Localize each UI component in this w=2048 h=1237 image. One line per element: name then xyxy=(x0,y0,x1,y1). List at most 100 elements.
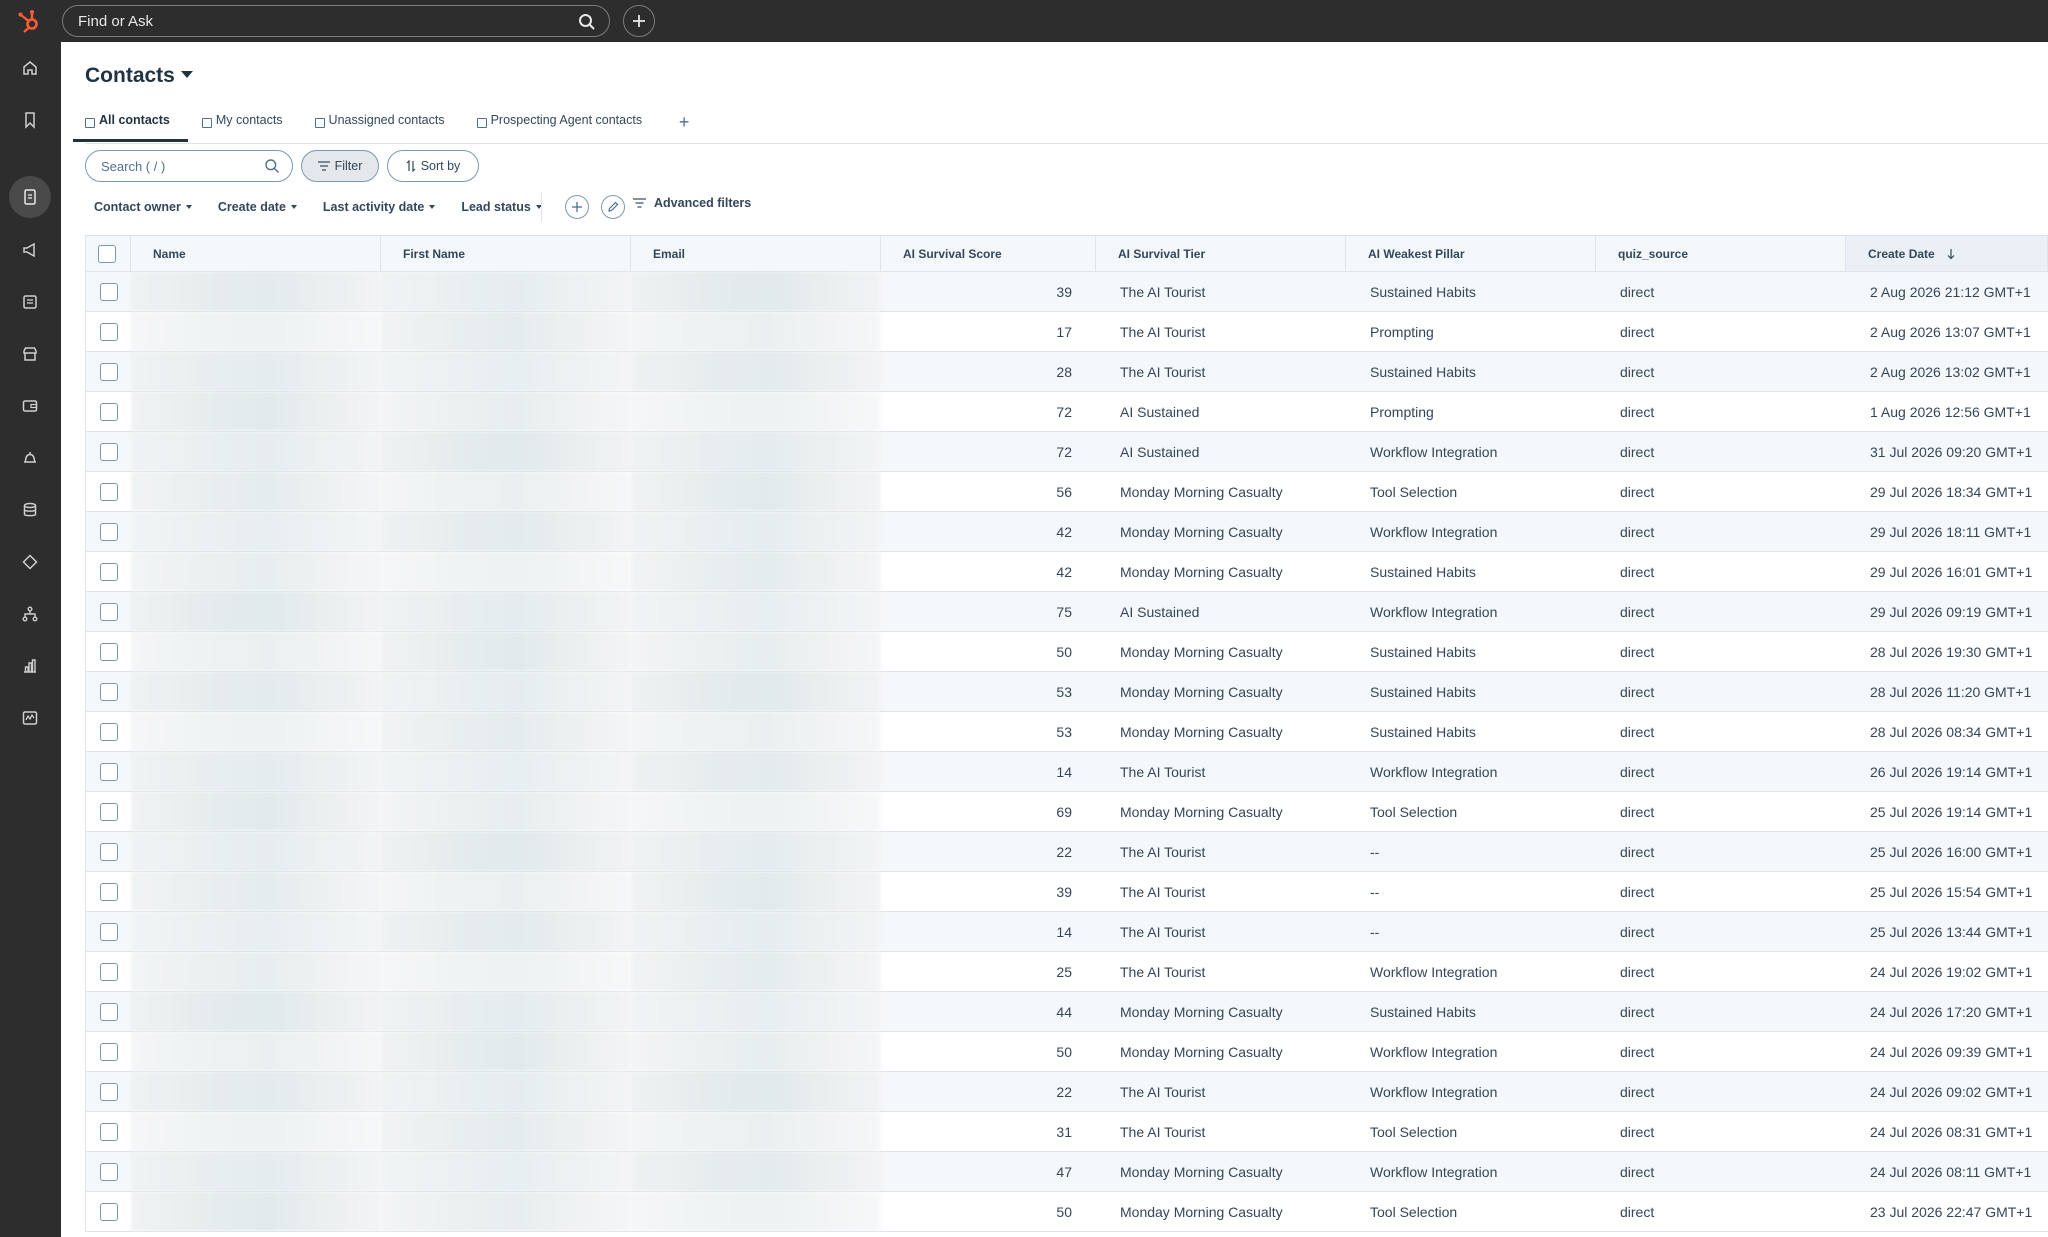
email-cell[interactable] xyxy=(631,392,881,431)
ai-survival-score-cell[interactable]: 39 xyxy=(881,272,1096,311)
tab-prospecting-agent-contacts[interactable]: Prospecting Agent contacts xyxy=(476,104,648,140)
quiz-source-cell[interactable]: direct xyxy=(1596,1072,1846,1111)
column-header-ai-weakest-pillar[interactable]: AI Weakest Pillar xyxy=(1346,236,1596,271)
name-cell[interactable] xyxy=(131,352,381,391)
last-activity-date-filter[interactable]: Last activity date xyxy=(323,200,436,214)
table-row[interactable]: 39 The AI Tourist Sustained Habits direct 2 … xyxy=(85,272,2048,312)
ai-survival-score-cell[interactable]: 28 xyxy=(881,352,1096,391)
ai-survival-tier-cell[interactable]: The AI Tourist xyxy=(1096,312,1346,351)
bookmark-icon[interactable] xyxy=(16,106,44,134)
name-cell[interactable] xyxy=(131,1112,381,1151)
create-date-cell[interactable]: 28 Jul 2026 11:20 GMT+1 xyxy=(1846,672,2047,711)
first-name-cell[interactable] xyxy=(381,312,631,351)
ai-survival-score-cell[interactable]: 22 xyxy=(881,1072,1096,1111)
ai-survival-score-cell[interactable]: 50 xyxy=(881,1192,1096,1231)
row-checkbox[interactable] xyxy=(99,562,118,581)
ai-survival-tier-cell[interactable]: Monday Morning Casualty xyxy=(1096,792,1346,831)
column-header-quiz-source[interactable]: quiz_source xyxy=(1596,236,1846,271)
table-row[interactable]: 72 AI Sustained Workflow Integration direct… xyxy=(85,432,2048,472)
name-cell[interactable] xyxy=(131,712,381,751)
create-date-filter[interactable]: Create date xyxy=(218,200,297,214)
create-date-cell[interactable]: 2 Aug 2026 13:07 GMT+1 xyxy=(1846,312,2047,351)
table-row[interactable]: 22 The AI Tourist Workflow Integration dire… xyxy=(85,1072,2048,1112)
email-cell[interactable] xyxy=(631,352,881,391)
first-name-cell[interactable] xyxy=(381,792,631,831)
ai-weakest-pillar-cell[interactable]: Sustained Habits xyxy=(1346,632,1596,671)
row-checkbox[interactable] xyxy=(99,322,118,341)
create-date-cell[interactable]: 26 Jul 2026 19:14 GMT+1 xyxy=(1846,752,2047,791)
name-cell[interactable] xyxy=(131,1032,381,1071)
contact-owner-filter[interactable]: Contact owner xyxy=(94,200,192,214)
first-name-cell[interactable] xyxy=(381,752,631,791)
row-checkbox[interactable] xyxy=(99,762,118,781)
create-date-cell[interactable]: 2 Aug 2026 13:02 GMT+1 xyxy=(1846,352,2047,391)
ai-weakest-pillar-cell[interactable]: Workflow Integration xyxy=(1346,592,1596,631)
name-cell[interactable] xyxy=(131,632,381,671)
ai-survival-score-cell[interactable]: 53 xyxy=(881,712,1096,751)
email-cell[interactable] xyxy=(631,552,881,591)
row-checkbox[interactable] xyxy=(99,1082,118,1101)
first-name-cell[interactable] xyxy=(381,592,631,631)
ai-weakest-pillar-cell[interactable]: -- xyxy=(1346,912,1596,951)
column-header-ai-survival-score[interactable]: AI Survival Score xyxy=(881,236,1096,271)
first-name-cell[interactable] xyxy=(381,472,631,511)
quiz-source-cell[interactable]: direct xyxy=(1596,792,1846,831)
first-name-cell[interactable] xyxy=(381,352,631,391)
edit-filters-button[interactable] xyxy=(601,195,625,219)
data-database-icon[interactable] xyxy=(16,496,44,524)
contacts-icon[interactable] xyxy=(9,176,51,218)
name-cell[interactable] xyxy=(131,952,381,991)
email-cell[interactable] xyxy=(631,1072,881,1111)
create-date-cell[interactable]: 25 Jul 2026 13:44 GMT+1 xyxy=(1846,912,2047,951)
reporting-bar-chart-icon[interactable] xyxy=(16,652,44,680)
email-cell[interactable] xyxy=(631,1192,881,1231)
ai-survival-tier-cell[interactable]: The AI Tourist xyxy=(1096,832,1346,871)
email-cell[interactable] xyxy=(631,632,881,671)
name-cell[interactable] xyxy=(131,512,381,551)
ai-survival-score-cell[interactable]: 53 xyxy=(881,672,1096,711)
email-cell[interactable] xyxy=(631,872,881,911)
name-cell[interactable] xyxy=(131,472,381,511)
row-checkbox[interactable] xyxy=(99,882,118,901)
name-cell[interactable] xyxy=(131,592,381,631)
quiz-source-cell[interactable]: direct xyxy=(1596,992,1846,1031)
create-date-cell[interactable]: 24 Jul 2026 17:20 GMT+1 xyxy=(1846,992,2047,1031)
ai-survival-tier-cell[interactable]: Monday Morning Casualty xyxy=(1096,992,1346,1031)
create-date-cell[interactable]: 2 Aug 2026 21:12 GMT+1 xyxy=(1846,272,2047,311)
quiz-source-cell[interactable]: direct xyxy=(1596,472,1846,511)
email-cell[interactable] xyxy=(631,912,881,951)
column-header-create-date[interactable]: Create Date xyxy=(1846,236,2047,271)
ai-survival-score-cell[interactable]: 14 xyxy=(881,912,1096,951)
ai-survival-score-cell[interactable]: 72 xyxy=(881,392,1096,431)
name-cell[interactable] xyxy=(131,552,381,591)
quiz-source-cell[interactable]: direct xyxy=(1596,952,1846,991)
quiz-source-cell[interactable]: direct xyxy=(1596,392,1846,431)
ai-survival-score-cell[interactable]: 39 xyxy=(881,872,1096,911)
ai-survival-tier-cell[interactable]: AI Sustained xyxy=(1096,392,1346,431)
email-cell[interactable] xyxy=(631,712,881,751)
row-checkbox[interactable] xyxy=(99,642,118,661)
ai-weakest-pillar-cell[interactable]: Sustained Habits xyxy=(1346,992,1596,1031)
ai-weakest-pillar-cell[interactable]: Workflow Integration xyxy=(1346,752,1596,791)
row-checkbox[interactable] xyxy=(99,1122,118,1141)
create-new-button[interactable] xyxy=(623,5,655,37)
ai-survival-tier-cell[interactable]: The AI Tourist xyxy=(1096,872,1346,911)
ai-survival-score-cell[interactable]: 25 xyxy=(881,952,1096,991)
ai-weakest-pillar-cell[interactable]: Tool Selection xyxy=(1346,1192,1596,1231)
first-name-cell[interactable] xyxy=(381,992,631,1031)
ai-weakest-pillar-cell[interactable]: Workflow Integration xyxy=(1346,952,1596,991)
home-icon[interactable] xyxy=(16,54,44,82)
ai-survival-tier-cell[interactable]: Monday Morning Casualty xyxy=(1096,1192,1346,1231)
row-checkbox[interactable] xyxy=(99,402,118,421)
ai-weakest-pillar-cell[interactable]: Tool Selection xyxy=(1346,1112,1596,1151)
create-date-cell[interactable]: 25 Jul 2026 15:54 GMT+1 xyxy=(1846,872,2047,911)
table-row[interactable]: 42 Monday Morning Casualty Workflow Integr… xyxy=(85,512,2048,552)
table-row[interactable]: 56 Monday Morning Casualty Tool Selection d… xyxy=(85,472,2048,512)
quiz-source-cell[interactable]: direct xyxy=(1596,272,1846,311)
first-name-cell[interactable] xyxy=(381,392,631,431)
create-date-cell[interactable]: 31 Jul 2026 09:20 GMT+1 xyxy=(1846,432,2047,471)
quiz-source-cell[interactable]: direct xyxy=(1596,832,1846,871)
column-header-name[interactable]: Name xyxy=(131,236,381,271)
ai-survival-score-cell[interactable]: 56 xyxy=(881,472,1096,511)
ai-survival-score-cell[interactable]: 47 xyxy=(881,1152,1096,1191)
